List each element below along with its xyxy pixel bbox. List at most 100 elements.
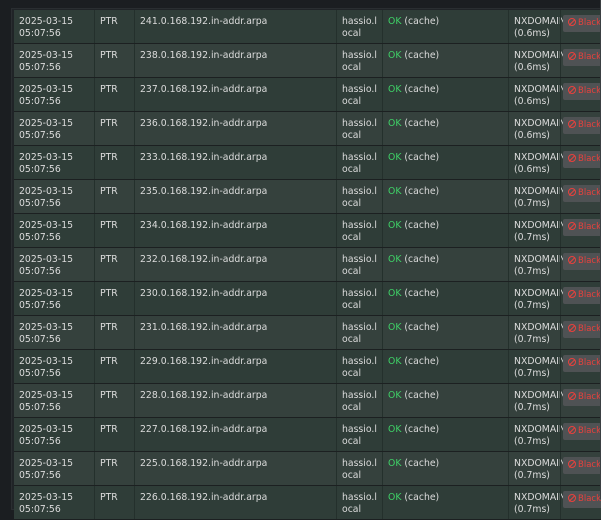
blacklist-button[interactable]: Blacklist: [563, 117, 601, 134]
blacklist-button[interactable]: Blacklist: [563, 287, 601, 304]
client-cell: hassio.local: [336, 486, 382, 519]
blacklist-button[interactable]: Blacklist: [563, 457, 601, 474]
status-ok-text: OK: [388, 492, 402, 503]
status-ok-text: OK: [388, 288, 402, 299]
status-cell: OK (cache): [382, 112, 508, 145]
blacklist-button[interactable]: Blacklist: [563, 15, 601, 32]
blacklist-button[interactable]: Blacklist: [563, 491, 601, 508]
status-note-text: (cache): [404, 220, 440, 231]
query-type-cell: PTR: [94, 384, 134, 417]
action-cell: Blacklist: [560, 486, 601, 519]
reply-cell: NXDOMAIN (0.6ms): [508, 78, 566, 111]
timestamp-cell: 2025-03-15 05:07:56: [19, 254, 74, 277]
query-type-cell: PTR: [94, 452, 134, 485]
reply-code-text: NXDOMAIN: [514, 118, 566, 129]
client-cell: hassio.local: [336, 282, 382, 315]
reply-time-text: (0.7ms): [514, 299, 550, 311]
reply-cell: NXDOMAIN (0.7ms): [508, 350, 566, 383]
action-cell: Blacklist: [560, 78, 601, 111]
blacklist-button-label: Blacklist: [578, 222, 601, 232]
action-cell: Blacklist: [560, 452, 601, 485]
reply-time-text: (0.6ms): [514, 27, 550, 39]
action-cell: Blacklist: [560, 418, 601, 451]
blacklist-button-label: Blacklist: [578, 120, 601, 130]
query-log-table: 2025-03-15 05:07:56 PTR 241.0.168.192.in-a…: [14, 10, 601, 520]
ban-icon: [568, 324, 576, 332]
status-cell: OK (cache): [382, 316, 508, 349]
reply-code-text: NXDOMAIN: [514, 186, 566, 197]
timestamp-cell: 2025-03-15 05:07:56: [19, 288, 74, 311]
ban-icon: [568, 392, 576, 400]
query-type-cell: PTR: [94, 112, 134, 145]
reply-cell: NXDOMAIN (0.7ms): [508, 452, 566, 485]
reply-time-text: (0.7ms): [514, 265, 550, 277]
reply-cell: NXDOMAIN (0.6ms): [508, 146, 566, 179]
status-cell: OK (cache): [382, 418, 508, 451]
ban-icon: [568, 460, 576, 468]
blacklist-button[interactable]: Blacklist: [563, 185, 601, 202]
status-ok-text: OK: [388, 84, 402, 95]
status-note-text: (cache): [404, 424, 440, 435]
status-cell: OK (cache): [382, 248, 508, 281]
blacklist-button-label: Blacklist: [578, 18, 601, 28]
blacklist-button[interactable]: Blacklist: [563, 389, 601, 406]
domain-cell: 230.0.168.192.in-addr.arpa: [134, 282, 336, 315]
action-cell: Blacklist: [560, 384, 601, 417]
blacklist-button[interactable]: Blacklist: [563, 219, 601, 236]
domain-cell: 232.0.168.192.in-addr.arpa: [134, 248, 336, 281]
action-cell: Blacklist: [560, 180, 601, 213]
domain-cell: 227.0.168.192.in-addr.arpa: [134, 418, 336, 451]
client-cell: hassio.local: [336, 10, 382, 43]
action-cell: Blacklist: [560, 44, 601, 77]
client-cell: hassio.local: [336, 350, 382, 383]
timestamp-cell: 2025-03-15 05:07:56: [19, 492, 74, 515]
blacklist-button[interactable]: Blacklist: [563, 423, 601, 440]
action-cell: Blacklist: [560, 146, 601, 179]
status-note-text: (cache): [404, 84, 440, 95]
blacklist-button-label: Blacklist: [578, 358, 601, 368]
query-type-cell: PTR: [94, 44, 134, 77]
reply-code-text: NXDOMAIN: [514, 492, 566, 503]
blacklist-button[interactable]: Blacklist: [563, 355, 601, 372]
reply-time-text: (0.7ms): [514, 435, 550, 447]
blacklist-button[interactable]: Blacklist: [563, 49, 601, 66]
query-type-cell: PTR: [94, 316, 134, 349]
status-note-text: (cache): [404, 458, 440, 469]
status-cell: OK (cache): [382, 10, 508, 43]
status-ok-text: OK: [388, 356, 402, 367]
reply-time-text: (0.6ms): [514, 61, 550, 73]
reply-code-text: NXDOMAIN: [514, 356, 566, 367]
ban-icon: [568, 426, 576, 434]
reply-time-text: (0.7ms): [514, 401, 550, 413]
table-row: 2025-03-15 05:07:56 PTR 237.0.168.192.in-a…: [14, 78, 601, 112]
reply-cell: NXDOMAIN (0.7ms): [508, 180, 566, 213]
client-cell: hassio.local: [336, 146, 382, 179]
query-type-cell: PTR: [94, 486, 134, 519]
timestamp-cell: 2025-03-15 05:07:56: [19, 118, 74, 141]
blacklist-button-label: Blacklist: [578, 392, 601, 402]
blacklist-button[interactable]: Blacklist: [563, 151, 601, 168]
reply-code-text: NXDOMAIN: [514, 288, 566, 299]
table-row: 2025-03-15 05:07:56 PTR 227.0.168.192.in-a…: [14, 418, 601, 452]
blacklist-button[interactable]: Blacklist: [563, 83, 601, 100]
blacklist-button[interactable]: Blacklist: [563, 321, 601, 338]
blacklist-button-label: Blacklist: [578, 52, 601, 62]
reply-code-text: NXDOMAIN: [514, 220, 566, 231]
client-cell: hassio.local: [336, 384, 382, 417]
query-type-cell: PTR: [94, 180, 134, 213]
status-cell: OK (cache): [382, 214, 508, 247]
domain-cell: 235.0.168.192.in-addr.arpa: [134, 180, 336, 213]
reply-code-text: NXDOMAIN: [514, 152, 566, 163]
blacklist-button[interactable]: Blacklist: [563, 253, 601, 270]
status-note-text: (cache): [404, 390, 440, 401]
reply-time-text: (0.7ms): [514, 469, 550, 481]
domain-cell: 241.0.168.192.in-addr.arpa: [134, 10, 336, 43]
timestamp-cell: 2025-03-15 05:07:56: [19, 186, 74, 209]
query-type-cell: PTR: [94, 10, 134, 43]
reply-code-text: NXDOMAIN: [514, 458, 566, 469]
client-cell: hassio.local: [336, 452, 382, 485]
table-row: 2025-03-15 05:07:56 PTR 234.0.168.192.in-a…: [14, 214, 601, 248]
reply-cell: NXDOMAIN (0.6ms): [508, 10, 566, 43]
query-type-cell: PTR: [94, 78, 134, 111]
status-cell: OK (cache): [382, 78, 508, 111]
